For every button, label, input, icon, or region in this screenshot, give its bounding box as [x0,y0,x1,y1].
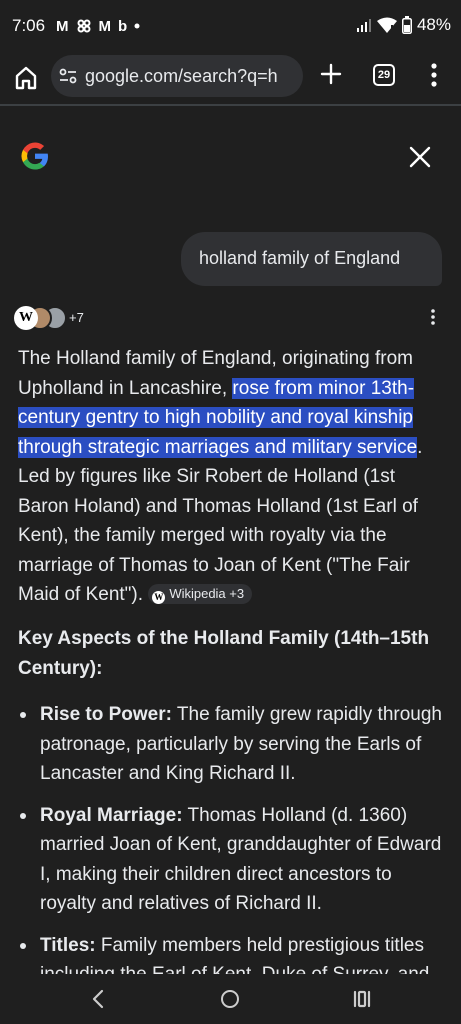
list-item: Rise to Power: The family grew rapidly t… [18,700,450,789]
wifi-icon [376,17,397,33]
home-icon[interactable] [12,64,40,92]
tab-switcher-button[interactable]: 29 [373,64,395,86]
wikipedia-source-icon: W [14,306,38,330]
bullet-dot [20,812,26,819]
signal-icon [356,19,371,32]
section-heading: Key Aspects of the Holland Family (14th–… [18,628,430,679]
bullet-dot [20,942,26,949]
list-item: Royal Marriage: Thomas Holland (d. 1360)… [18,801,450,919]
address-bar[interactable]: google.com/search?q=h [51,55,303,97]
bullet-list: Rise to Power: The family grew rapidly t… [18,700,450,974]
answer-paragraph: The Holland family of England, originati… [18,344,450,610]
gmail-icon: M [98,17,112,35]
dot-icon [134,23,140,29]
bullet-title: Royal Marriage: [40,804,183,826]
bullet-text: Family members held prestigious titles i… [40,934,429,975]
slack-icon [77,19,90,33]
more-sources-count: +7 [69,310,84,325]
citation-label: Wikipedia +3 [169,586,245,601]
bullet-dot [20,712,26,718]
list-item: Titles: Family members held prestigious … [18,931,450,975]
battery-icon [401,16,412,34]
more-options-icon[interactable] [428,308,438,326]
more-vert-icon[interactable] [426,62,442,88]
status-bar: 7:06 M M b 48% [0,0,461,52]
bullet-title: Titles: [40,934,96,956]
system-nav-bar [0,974,461,1024]
back-icon[interactable] [88,988,108,1010]
recent-apps-icon[interactable] [352,989,372,1009]
answer-text: . Led by figures like Sir Robert de Holl… [18,436,423,606]
browser-toolbar: google.com/search?q=h 29 [0,52,461,104]
close-icon[interactable] [407,144,433,170]
battery-percent: 48% [416,15,451,34]
citation-chip[interactable]: W Wikipedia +3 [148,584,253,604]
gmail-icon: M [56,17,69,35]
new-tab-icon[interactable] [318,61,344,87]
status-right: 48% [356,14,451,36]
bullet-title: Rise to Power: [40,704,172,725]
user-query-bubble: holland family of England [181,232,442,286]
home-circle-icon[interactable] [220,989,240,1009]
status-time: 7:06 [12,16,46,35]
query-text: holland family of England [199,248,401,268]
b-app-icon: b [118,17,128,35]
wikipedia-icon: W [152,591,166,604]
site-settings-icon[interactable] [59,68,77,84]
google-logo-icon [21,142,48,170]
ai-overview-panel: holland family of England W +7 The Holla… [0,118,461,974]
toolbar-divider [0,104,461,106]
notification-icons: M M b [56,16,140,36]
url-text: google.com/search?q=h [85,66,278,86]
